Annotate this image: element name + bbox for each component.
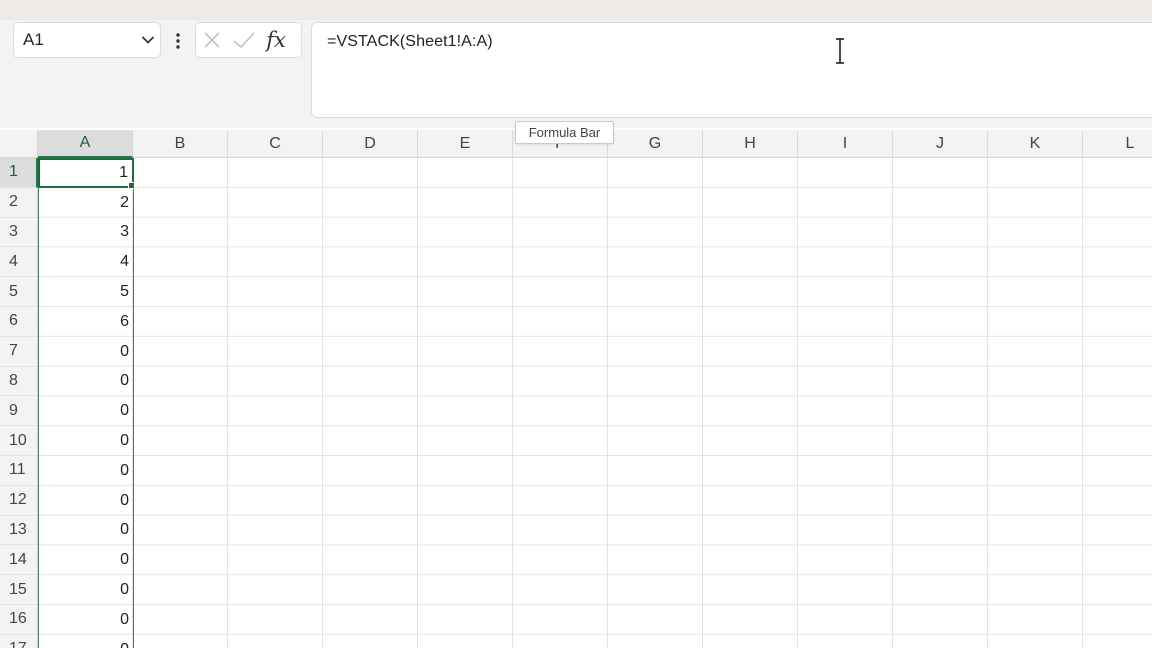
formula-buttons: fx — [195, 22, 302, 58]
row-header[interactable]: 3 — [0, 217, 38, 248]
fill-handle[interactable] — [128, 182, 135, 189]
row-header[interactable]: 17 — [0, 634, 38, 648]
formula-area: A1 fx =VSTACK(Sheet1!A:A) — [0, 20, 1152, 128]
active-cell[interactable]: 1 — [38, 158, 134, 188]
row-header[interactable]: 1 — [0, 158, 38, 188]
row-header[interactable]: 2 — [0, 187, 38, 218]
cell[interactable]: 0 — [38, 426, 134, 456]
row-header[interactable]: 5 — [0, 277, 38, 307]
row-header[interactable]: 7 — [0, 336, 38, 367]
row-header[interactable]: 9 — [0, 396, 38, 427]
cell[interactable]: 0 — [38, 575, 134, 605]
column-header-k[interactable]: K — [988, 130, 1083, 158]
formula-text: =VSTACK(Sheet1!A:A) — [327, 33, 493, 50]
row-headers: 1 2 3 4 5 6 7 8 9 10 11 12 13 14 15 16 1… — [0, 158, 38, 648]
cell[interactable]: 0 — [38, 485, 134, 516]
cell[interactable]: 0 — [38, 455, 134, 486]
x-icon[interactable] — [196, 23, 228, 57]
row-header[interactable]: 14 — [0, 545, 38, 576]
cell-area[interactable] — [38, 158, 1152, 648]
cell[interactable]: 0 — [38, 634, 134, 648]
check-icon[interactable] — [228, 23, 260, 57]
row-header[interactable]: 8 — [0, 366, 38, 397]
column-header-g[interactable]: G — [608, 130, 703, 158]
formula-input[interactable]: =VSTACK(Sheet1!A:A) — [311, 22, 1152, 118]
cell[interactable]: 0 — [38, 545, 134, 576]
column-header-a[interactable]: A — [38, 130, 133, 158]
cell[interactable]: 0 — [38, 396, 134, 427]
row-header[interactable]: 11 — [0, 455, 38, 486]
formula-bar-tooltip: Formula Bar — [515, 121, 614, 144]
cell[interactable]: 0 — [38, 366, 134, 397]
column-header-j[interactable]: J — [893, 130, 988, 158]
cell[interactable]: 0 — [38, 515, 134, 546]
row-header[interactable]: 15 — [0, 575, 38, 605]
name-box-value: A1 — [23, 30, 44, 49]
row-header[interactable]: 12 — [0, 485, 38, 516]
column-header-c[interactable]: C — [228, 130, 323, 158]
fx-icon[interactable]: fx — [260, 23, 292, 57]
row-header[interactable]: 16 — [0, 604, 38, 635]
cell[interactable]: 6 — [38, 306, 134, 337]
column-header-d[interactable]: D — [323, 130, 418, 158]
cell[interactable]: 0 — [38, 336, 134, 367]
cell[interactable]: 2 — [38, 187, 134, 218]
cell[interactable]: 0 — [38, 604, 134, 635]
text-cursor-icon — [834, 38, 846, 64]
column-header-h[interactable]: H — [703, 130, 798, 158]
row-header[interactable]: 6 — [0, 306, 38, 337]
vertical-dots-icon[interactable] — [170, 30, 186, 52]
top-strip — [0, 0, 1152, 20]
column-header-b[interactable]: B — [133, 130, 228, 158]
column-header-e[interactable]: E — [418, 130, 513, 158]
chevron-down-icon[interactable] — [136, 28, 160, 52]
name-box[interactable]: A1 — [13, 22, 161, 58]
cell[interactable]: 3 — [38, 217, 134, 248]
column-header-i[interactable]: I — [798, 130, 893, 158]
row-header[interactable]: 4 — [0, 247, 38, 278]
fx-label: fx — [266, 28, 286, 52]
cell[interactable]: 5 — [38, 277, 134, 307]
column-a-cells: 1 2 3 4 5 6 0 0 0 0 0 0 0 0 0 0 0 — [38, 158, 134, 648]
cell[interactable]: 4 — [38, 247, 134, 278]
row-header[interactable]: 10 — [0, 426, 38, 456]
spreadsheet-grid: A B C D E F G H I J K L 1 2 3 4 5 6 7 8 … — [0, 130, 1152, 648]
select-all-corner[interactable] — [0, 130, 38, 158]
column-header-l[interactable]: L — [1083, 130, 1152, 158]
row-header[interactable]: 13 — [0, 515, 38, 546]
